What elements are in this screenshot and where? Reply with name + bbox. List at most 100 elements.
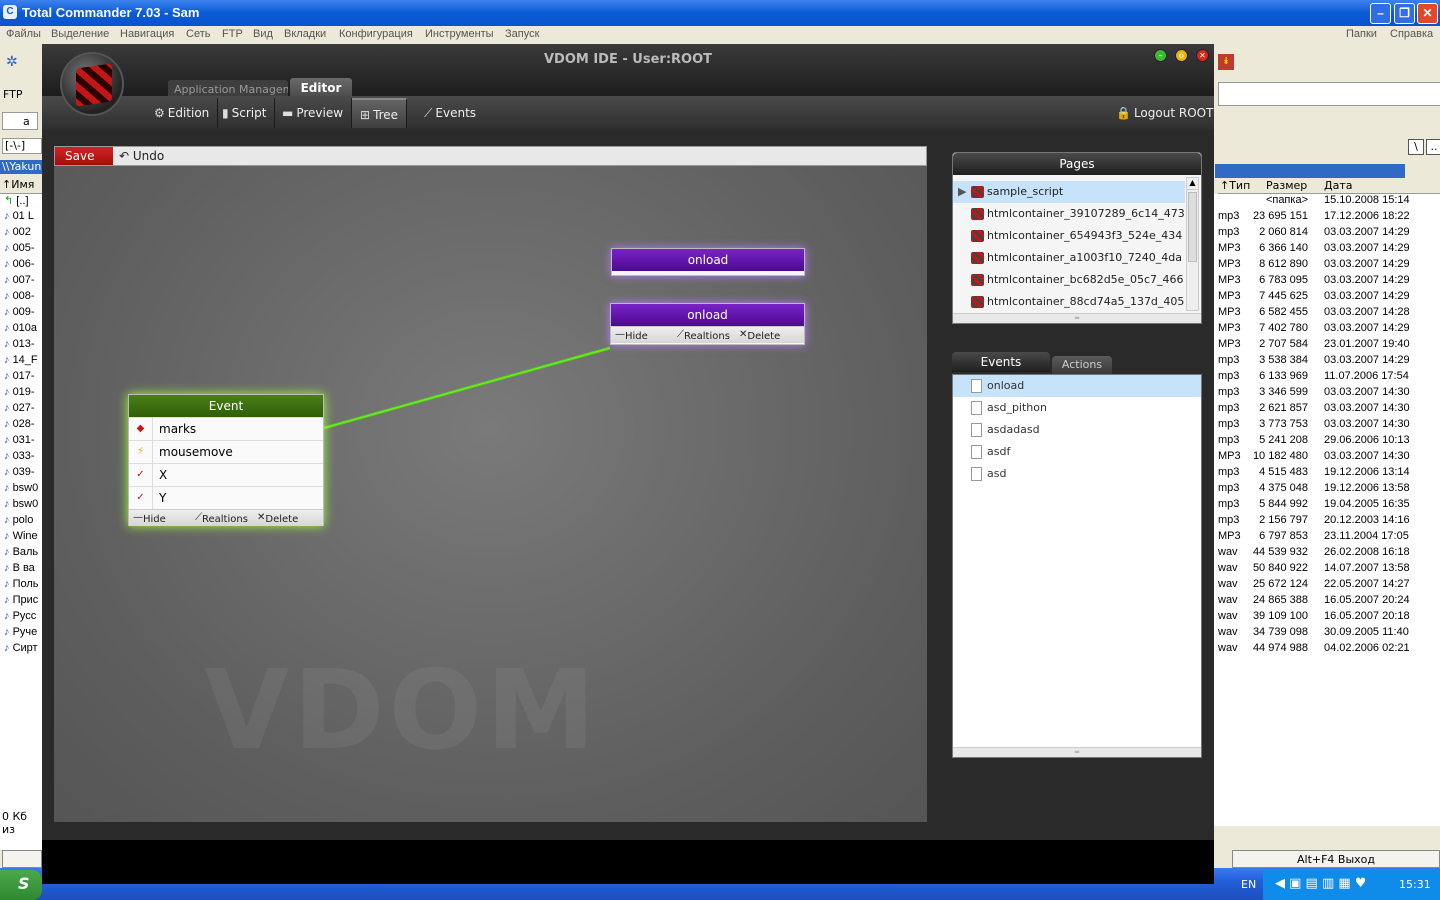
file-row[interactable]: wav 44 539 932 26.02.2008 16:18 <box>1214 546 1440 562</box>
tray-icons[interactable]: ◀ ▣ ▤ ▥ ▦ ♥ <box>1275 876 1366 891</box>
file-row[interactable]: ♪ 009- <box>4 306 35 322</box>
close-button[interactable]: ✕ <box>1417 3 1438 24</box>
events-list[interactable]: onload asd_pithon asdadasd asdf asd ═ <box>952 374 1202 758</box>
file-row[interactable]: mp3 4 375 048 19.12.2006 13:58 <box>1214 482 1440 498</box>
file-row[interactable]: ♪ В ва <box>4 562 35 578</box>
file-row[interactable]: MP3 7 402 780 03.03.2007 14:29 <box>1214 322 1440 338</box>
file-row[interactable]: ♪ 002 <box>4 226 31 242</box>
file-row[interactable]: ♪ Wine <box>4 530 38 546</box>
menu-tools[interactable]: Инструменты <box>425 28 494 40</box>
toolbar-preview[interactable]: ▬ Preview <box>274 98 353 128</box>
menu-files[interactable]: Файлы <box>6 28 41 40</box>
event-item[interactable]: onload <box>953 375 1201 397</box>
menu-select[interactable]: Выделение <box>51 28 109 40</box>
file-row[interactable]: MP3 7 445 625 03.03.2007 14:29 <box>1214 290 1440 306</box>
event-node[interactable]: Event ◆ marks ⚡ mousemove ✓ X ✓ Y — Hide ⟋ R… <box>128 394 324 526</box>
header-type[interactable]: ↑Тип <box>1220 179 1250 192</box>
onload-node-2[interactable]: onload — Hide ⟋ Realtions ✕ Delete <box>610 303 805 345</box>
right-combo[interactable] <box>1218 82 1440 106</box>
toolbar-events[interactable]: ⟋ Events <box>416 98 484 128</box>
file-row[interactable]: wav 50 840 922 14.07.2007 13:58 <box>1214 562 1440 578</box>
file-row[interactable]: ♪ bsw0 <box>4 498 38 514</box>
menu-config[interactable]: Конфигурация <box>339 28 413 40</box>
right-path[interactable] <box>1215 164 1405 178</box>
file-row[interactable]: ♪ 010a <box>4 322 37 338</box>
file-row[interactable]: ♪ 007- <box>4 274 35 290</box>
event-item[interactable]: asd <box>953 463 1201 485</box>
file-row[interactable]: ♪ 019- <box>4 386 35 402</box>
menu-folders[interactable]: Папки <box>1346 28 1377 40</box>
file-row[interactable]: ♪ Валь <box>4 546 38 562</box>
event-item[interactable]: asd_pithon <box>953 397 1201 419</box>
file-row[interactable]: mp3 5 844 992 19.04.2005 16:35 <box>1214 498 1440 514</box>
file-row[interactable]: ♪ 031- <box>4 434 35 450</box>
page-item[interactable]: htmlcontainer_bc682d5e_05c7_466 <box>953 269 1185 291</box>
up-button[interactable]: .. <box>1426 139 1440 155</box>
relations-button[interactable]: ⟋ Realtions <box>195 512 248 525</box>
file-row[interactable]: ♪ Поль <box>4 578 39 594</box>
file-row[interactable]: wav 25 672 124 22.05.2007 14:27 <box>1214 578 1440 594</box>
arrows-icon[interactable]: ⯯ <box>1218 54 1234 70</box>
menu-tabs[interactable]: Вкладки <box>284 28 326 40</box>
file-row[interactable]: ♪ 028- <box>4 418 35 434</box>
relations-button[interactable]: ⟋ Realtions <box>677 329 730 342</box>
left-file-list[interactable]: ↰ [..] ♪ 01 L ♪ 002 ♪ 005- ♪ 006- ♪ 007- ♪ 008… <box>0 194 42 850</box>
file-row[interactable]: ↰ [..] <box>4 194 29 210</box>
root-button[interactable]: \ <box>1408 139 1424 155</box>
save-button[interactable]: Save <box>55 147 113 165</box>
undo-button[interactable]: ↶ Undo <box>119 149 164 163</box>
file-row[interactable]: <папка> 15.10.2008 15:14 <box>1214 194 1440 210</box>
hide-button[interactable]: — Hide <box>615 329 648 342</box>
page-item[interactable]: htmlcontainer_a1003f10_7240_4da <box>953 247 1185 269</box>
minimize-dot-icon[interactable]: – <box>1154 49 1167 62</box>
file-row[interactable]: MP3 6 582 455 03.03.2007 14:28 <box>1214 306 1440 322</box>
cmd-button[interactable] <box>2 850 42 868</box>
file-row[interactable]: ♪ 027- <box>4 402 35 418</box>
file-row[interactable]: ♪ 005- <box>4 242 35 258</box>
menu-net[interactable]: Сеть <box>186 28 210 40</box>
menu-ftp[interactable]: FTP <box>222 28 243 40</box>
delete-button[interactable]: ✕ Delete <box>257 512 298 525</box>
file-row[interactable]: mp3 5 241 208 29.06.2006 10:13 <box>1214 434 1440 450</box>
event-row-y[interactable]: ✓ Y <box>129 486 323 509</box>
event-row-x[interactable]: ✓ X <box>129 463 323 486</box>
file-row[interactable]: wav 39 109 100 16.05.2007 20:18 <box>1214 610 1440 626</box>
pages-list[interactable]: ▶ sample_script htmlcontainer_39107289_6c… <box>953 175 1201 313</box>
file-row[interactable]: mp3 3 538 384 03.03.2007 14:29 <box>1214 354 1440 370</box>
right-file-list[interactable]: <папка> 15.10.2008 15:14 mp3 23 695 151 17.1… <box>1214 194 1440 826</box>
event-item[interactable]: asdadasd <box>953 419 1201 441</box>
page-item[interactable]: htmlcontainer_654943f3_524e_434 <box>953 225 1185 247</box>
tab-actions-panel[interactable]: Actions <box>1052 356 1112 374</box>
file-row[interactable]: mp3 6 133 969 11.07.2006 17:54 <box>1214 370 1440 386</box>
left-path[interactable]: \\Yakuni <box>0 160 42 174</box>
menu-help[interactable]: Справка <box>1390 28 1433 40</box>
tree-canvas[interactable]: VDOM onload onload — Hide ⟋ Realtions ✕ … <box>54 166 927 822</box>
file-row[interactable]: MP3 6 783 095 03.03.2007 14:29 <box>1214 274 1440 290</box>
file-row[interactable]: ♪ Русс <box>4 610 36 626</box>
toolbar-script[interactable]: ▮ Script <box>214 98 276 128</box>
toolbar-tree[interactable]: ⊞ Tree <box>352 98 408 128</box>
tab-events-panel[interactable]: Events <box>952 352 1050 372</box>
scroll-thumb[interactable] <box>1188 192 1197 262</box>
file-row[interactable]: ♪ 01 L <box>4 210 34 226</box>
pages-resize-handle[interactable]: ═ <box>953 313 1201 323</box>
file-row[interactable]: MP3 6 797 853 23.11.2004 17:05 <box>1214 530 1440 546</box>
file-row[interactable]: wav 34 739 098 30.09.2005 11:40 <box>1214 626 1440 642</box>
file-row[interactable]: ♪ Прис <box>4 594 38 610</box>
file-row[interactable]: MP3 10 182 480 03.03.2007 14:30 <box>1214 450 1440 466</box>
file-row[interactable]: mp3 3 346 599 03.03.2007 14:30 <box>1214 386 1440 402</box>
file-row[interactable]: ♪ 008- <box>4 290 35 306</box>
onload-node-1[interactable]: onload <box>611 248 805 276</box>
minimize-button[interactable]: – <box>1370 3 1391 24</box>
file-row[interactable]: mp3 3 773 753 03.03.2007 14:30 <box>1214 418 1440 434</box>
maximize-button[interactable]: ❐ <box>1394 3 1415 24</box>
events-resize-handle[interactable]: ═ <box>953 747 1201 757</box>
file-row[interactable]: ♪ 006- <box>4 258 35 274</box>
file-row[interactable]: wav 44 974 988 04.02.2006 02:21 <box>1214 642 1440 658</box>
file-row[interactable]: mp3 2 060 814 03.03.2007 14:29 <box>1214 226 1440 242</box>
page-item[interactable]: ▶ sample_script <box>953 181 1185 203</box>
file-row[interactable]: mp3 2 156 797 20.12.2003 14:16 <box>1214 514 1440 530</box>
page-item[interactable]: htmlcontainer_39107289_6c14_473 <box>953 203 1185 225</box>
tab-editor[interactable]: Editor <box>290 78 352 98</box>
scroll-up-icon[interactable]: ▲ <box>1187 178 1198 190</box>
